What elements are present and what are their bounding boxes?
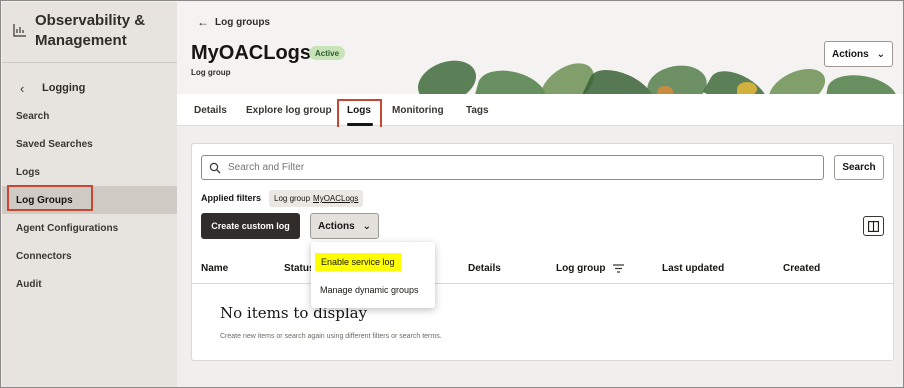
page-title: MyOACLogs (191, 42, 311, 64)
menu-item-label: Enable service log (315, 253, 401, 271)
decorative-leaf (473, 63, 551, 94)
search-field[interactable] (201, 155, 824, 180)
page-subtitle: Log group (191, 68, 231, 77)
decorative-flower (657, 86, 673, 94)
tab-tags[interactable]: Tags (466, 94, 489, 126)
header-actions-label: Actions (831, 48, 869, 60)
page-header: ← Log groups MyOACLogs Active Log group … (177, 2, 903, 94)
app-window: Observability & Management ‹ Logging Sea… (0, 0, 904, 388)
columns-icon (868, 220, 879, 232)
create-custom-log-button[interactable]: Create custom log (201, 213, 300, 239)
sidebar-item-audit[interactable]: Audit (2, 270, 177, 298)
sidebar-item-saved-searches[interactable]: Saved Searches (2, 130, 177, 158)
search-icon (202, 162, 228, 174)
highlight-box-log-groups (7, 185, 93, 211)
decorative-leaf (643, 61, 711, 94)
filter-chip[interactable]: Log group MyOACLogs (269, 190, 364, 207)
tab-details[interactable]: Details (194, 94, 227, 126)
sidebar-divider (2, 62, 177, 63)
column-layout-button[interactable] (863, 216, 884, 236)
dashboard-icon (13, 24, 26, 37)
actions-menu: Enable service log Manage dynamic groups (311, 242, 435, 308)
sidebar-back-link[interactable]: ‹ Logging (16, 80, 85, 96)
sidebar-item-agent-configurations[interactable]: Agent Configurations (2, 214, 177, 242)
column-header-last-updated[interactable]: Last updated (662, 263, 724, 274)
decorative-leaf (411, 52, 483, 94)
chevron-left-icon: ‹ (20, 80, 25, 96)
decorative-flower (737, 82, 757, 94)
actions-dropdown-button[interactable]: Actions ⌄ (310, 213, 379, 239)
search-button[interactable]: Search (834, 155, 884, 180)
tab-explore-log-group[interactable]: Explore log group (246, 94, 332, 126)
chevron-down-icon: ⌄ (876, 48, 886, 60)
menu-item-manage-dynamic-groups[interactable]: Manage dynamic groups (311, 277, 435, 303)
status-badge: Active (309, 46, 346, 60)
column-header-log-group-label: Log group (556, 263, 606, 274)
filter-icon (613, 264, 625, 273)
applied-filters-label: Applied filters (201, 193, 262, 203)
tab-bar: Details Explore log group Logs Monitorin… (177, 94, 903, 126)
empty-state-description: Create new items or search again using d… (220, 333, 442, 340)
sidebar-item-connectors[interactable]: Connectors (2, 242, 177, 270)
search-input[interactable] (228, 162, 808, 173)
sidebar-item-search[interactable]: Search (2, 102, 177, 130)
decorative-leaf (762, 60, 832, 94)
arrow-left-icon: ← (197, 15, 209, 29)
header-actions-button[interactable]: Actions ⌄ (824, 41, 893, 67)
filter-chip-value: MyOACLogs (313, 194, 359, 203)
sidebar-section-title: Logging (42, 82, 86, 94)
filter-chip-key: Log group (274, 194, 311, 203)
column-header-log-group[interactable]: Log group (556, 263, 625, 274)
back-link-label: Log groups (215, 16, 270, 28)
column-header-created[interactable]: Created (783, 263, 820, 274)
decorative-leaf (824, 70, 900, 94)
chevron-down-icon: ⌄ (362, 220, 372, 232)
menu-item-enable-service-log[interactable]: Enable service log (311, 249, 435, 275)
actions-button-label: Actions (317, 220, 355, 232)
app-title: Observability & Management (35, 12, 146, 49)
sidebar-item-logs[interactable]: Logs (2, 158, 177, 186)
tab-monitoring[interactable]: Monitoring (392, 94, 444, 126)
table-header-divider (191, 283, 894, 284)
highlight-box-logs-tab (337, 99, 382, 130)
back-to-log-groups-link[interactable]: ← Log groups (197, 15, 270, 29)
column-header-name[interactable]: Name (201, 263, 228, 274)
column-header-details[interactable]: Details (468, 263, 501, 274)
column-header-status[interactable]: Status (284, 263, 315, 274)
